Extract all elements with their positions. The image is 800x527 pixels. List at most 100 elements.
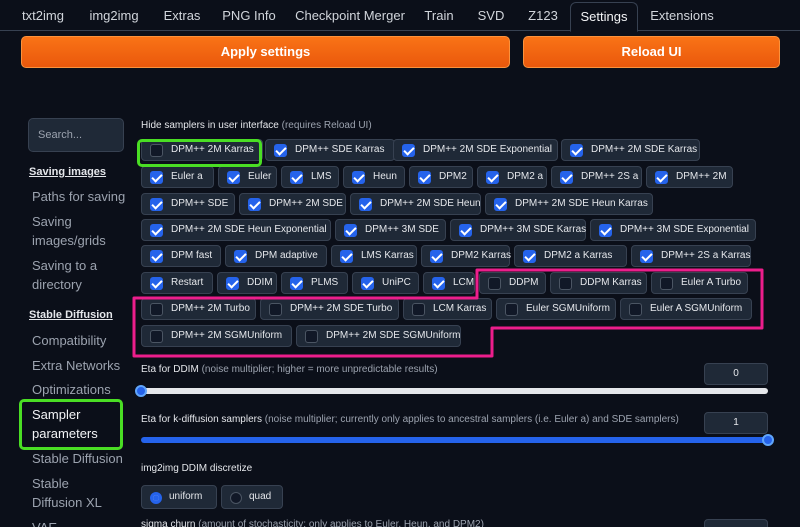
checkbox-checked-icon — [655, 171, 668, 184]
sampler-checkbox-dpmpp-2m-sde-karras[interactable]: DPM++ 2M SDE Karras — [561, 139, 700, 161]
tab-z123[interactable]: Z123 — [520, 0, 566, 31]
sampler-checkbox-label: Heun — [373, 171, 397, 182]
sampler-checkbox-dpmpp-2s-a-karras[interactable]: DPM++ 2S a Karras — [631, 245, 751, 267]
sampler-checkbox-lcm[interactable]: LCM — [423, 272, 475, 294]
sampler-checkbox-label: Euler SGMUniform — [526, 303, 610, 314]
checkbox-checked-icon — [340, 250, 353, 263]
eta-ddim-number-input[interactable]: 0 — [704, 363, 768, 385]
sidebar-item-stable-diffusion[interactable]: Stable Diffusion — [32, 449, 123, 468]
sampler-checkbox-plms[interactable]: PLMS — [281, 272, 348, 294]
sampler-checkbox-label: DDPM — [509, 277, 539, 288]
sampler-checkbox-dpmpp-2m-sgmuniform[interactable]: DPM++ 2M SGMUniform — [141, 325, 292, 347]
eta-kdiff-number-input[interactable]: 1 — [704, 412, 768, 434]
sidebar-item-paths-for-saving[interactable]: Paths for saving — [32, 187, 125, 206]
sampler-checkbox-dpm2[interactable]: DPM2 — [409, 166, 473, 188]
checkbox-checked-icon — [344, 224, 357, 237]
tab-png-info[interactable]: PNG Info — [214, 0, 284, 31]
tab-checkpoint-merger[interactable]: Checkpoint Merger — [288, 0, 412, 31]
tab-extras[interactable]: Extras — [154, 0, 210, 31]
sampler-checkbox-euler-a[interactable]: Euler a — [141, 166, 214, 188]
sampler-checkbox-dpmpp-2m-sde-sgmuniform[interactable]: DPM++ 2M SDE SGMUniform — [296, 325, 461, 347]
sidebar-item-saving-to-directory[interactable]: Saving to a directory — [32, 256, 102, 294]
sampler-checkbox-dpmpp-3m-sde-exponential[interactable]: DPM++ 3M SDE Exponential — [590, 219, 756, 241]
settings-search-input[interactable]: Search... — [28, 118, 124, 152]
eta-ddim-slider-handle[interactable] — [135, 385, 147, 397]
sidebar-item-vae[interactable]: VAE — [32, 518, 57, 527]
hide-samplers-note: (requires Reload UI) — [281, 120, 372, 131]
tab-extensions[interactable]: Extensions — [642, 0, 722, 31]
checkbox-unchecked-icon — [305, 330, 318, 343]
sampler-checkbox-ddpm-karras[interactable]: DDPM Karras — [550, 272, 647, 294]
radio-uniform[interactable]: uniform — [141, 485, 217, 509]
sampler-checkbox-dpmpp-sde-karras[interactable]: DPM++ SDE Karras — [265, 139, 395, 161]
sampler-checkbox-euler-a-turbo[interactable]: Euler A Turbo — [651, 272, 748, 294]
sampler-checkbox-euler-sgmuniform[interactable]: Euler SGMUniform — [496, 298, 616, 320]
sampler-checkbox-dpmpp-2m-sde-exponential[interactable]: DPM++ 2M SDE Exponential — [393, 139, 558, 161]
eta-kdiff-slider-track[interactable] — [141, 437, 768, 443]
eta-kdiff-slider-handle[interactable] — [762, 434, 774, 446]
checkbox-checked-icon — [150, 224, 163, 237]
sampler-checkbox-label: DPM++ 3M SDE Exponential — [620, 224, 749, 235]
sampler-checkbox-ddpm[interactable]: DDPM — [479, 272, 546, 294]
sampler-checkbox-restart[interactable]: Restart — [141, 272, 213, 294]
sidebar-item-extra-networks[interactable]: Extra Networks — [32, 356, 120, 375]
sampler-checkbox-dpmpp-2m-sde-heun[interactable]: DPM++ 2M SDE Heun — [350, 193, 481, 215]
sampler-checkbox-label: Restart — [171, 277, 204, 288]
sampler-checkbox-euler[interactable]: Euler — [218, 166, 277, 188]
sampler-checkbox-dpm2-a[interactable]: DPM2 a — [477, 166, 547, 188]
sidebar-heading-stable-diffusion[interactable]: Stable Diffusion — [29, 306, 113, 325]
radio-quad-dot — [230, 492, 242, 504]
sampler-checkbox-dpmpp-3m-sde-karras[interactable]: DPM++ 3M SDE Karras — [450, 219, 586, 241]
apply-settings-button[interactable]: Apply settings — [21, 36, 510, 68]
eta-ddim-slider-track[interactable] — [141, 388, 768, 394]
sidebar-item-sampler-parameters[interactable]: Sampler parameters — [32, 405, 102, 443]
sidebar-item-compatibility[interactable]: Compatibility — [32, 331, 106, 350]
sampler-checkbox-heun[interactable]: Heun — [343, 166, 405, 188]
sampler-checkbox-dpmpp-2m-sde-turbo[interactable]: DPM++ 2M SDE Turbo — [260, 298, 399, 320]
sampler-checkbox-label: DPM++ 2S a — [581, 171, 639, 182]
sampler-checkbox-dpmpp-2m[interactable]: DPM++ 2M — [646, 166, 733, 188]
sidebar-item-saving-images-grids[interactable]: Saving images/grids — [32, 212, 110, 250]
sidebar-item-optimizations[interactable]: Optimizations — [32, 380, 111, 399]
sampler-checkbox-label: DPM++ 2M SDE — [269, 198, 343, 209]
sampler-checkbox-lcm-karras[interactable]: LCM Karras — [403, 298, 492, 320]
tab-bar: txt2img img2img Extras PNG Info Checkpoi… — [0, 0, 800, 32]
checkbox-checked-icon — [570, 144, 583, 157]
sampler-checkbox-dpm2-karras[interactable]: DPM2 Karras — [421, 245, 511, 267]
checkbox-unchecked-icon — [629, 303, 642, 316]
sampler-checkbox-ddim[interactable]: DDIM — [217, 272, 277, 294]
sampler-checkbox-euler-a-sgmuniform[interactable]: Euler A SGMUniform — [620, 298, 752, 320]
tab-train[interactable]: Train — [416, 0, 462, 31]
radio-quad[interactable]: quad — [221, 485, 283, 509]
checkbox-unchecked-icon — [150, 144, 163, 157]
checkbox-checked-icon — [290, 171, 303, 184]
sampler-checkbox-dpmpp-2m-turbo[interactable]: DPM++ 2M Turbo — [141, 298, 256, 320]
sampler-checkbox-dpm-adaptive[interactable]: DPM adaptive — [225, 245, 327, 267]
hide-samplers-title: Hide samplers in user interface — [141, 120, 279, 131]
sampler-checkbox-dpmpp-sde[interactable]: DPM++ SDE — [141, 193, 235, 215]
sampler-checkbox-dpmpp-3m-sde[interactable]: DPM++ 3M SDE — [335, 219, 446, 241]
reload-ui-button[interactable]: Reload UI — [523, 36, 780, 68]
tab-img2img[interactable]: img2img — [78, 0, 150, 31]
sampler-checkbox-dpm2-a-karras[interactable]: DPM2 a Karras — [514, 245, 627, 267]
sampler-checkbox-label: DPM adaptive — [255, 250, 318, 261]
sampler-checkbox-label: DPM++ 2M SDE Heun Exponential — [171, 224, 327, 235]
sampler-checkbox-lms-karras[interactable]: LMS Karras — [331, 245, 417, 267]
tab-settings[interactable]: Settings — [570, 2, 638, 32]
tab-svd[interactable]: SVD — [466, 0, 516, 31]
sampler-checkbox-dpm-fast[interactable]: DPM fast — [141, 245, 221, 267]
sigma-churn-label: sigma churn (amount of stochasticity; on… — [141, 519, 484, 527]
sidebar-heading-saving-images[interactable]: Saving images — [29, 163, 106, 182]
sampler-checkbox-dpmpp-2m-sde-heun-karras[interactable]: DPM++ 2M SDE Heun Karras — [485, 193, 653, 215]
tab-txt2img[interactable]: txt2img — [12, 0, 74, 31]
sampler-checkbox-label: DPM++ 2M SDE SGMUniform — [326, 330, 461, 341]
sigma-churn-number-input[interactable] — [704, 519, 768, 527]
sampler-checkbox-dpmpp-2m-sde-heun-exponential[interactable]: DPM++ 2M SDE Heun Exponential — [141, 219, 331, 241]
sampler-checkbox-unipc[interactable]: UniPC — [352, 272, 419, 294]
sampler-checkbox-dpmpp-2s-a[interactable]: DPM++ 2S a — [551, 166, 642, 188]
sampler-checkbox-lms[interactable]: LMS — [281, 166, 339, 188]
sidebar-item-stable-diffusion-xl[interactable]: Stable Diffusion XL — [32, 474, 110, 512]
sampler-checkbox-dpmpp-2m-karras[interactable]: DPM++ 2M Karras — [141, 139, 263, 161]
sampler-checkbox-label: DPM++ 2S a Karras — [661, 250, 751, 261]
sampler-checkbox-dpmpp-2m-sde[interactable]: DPM++ 2M SDE — [239, 193, 346, 215]
